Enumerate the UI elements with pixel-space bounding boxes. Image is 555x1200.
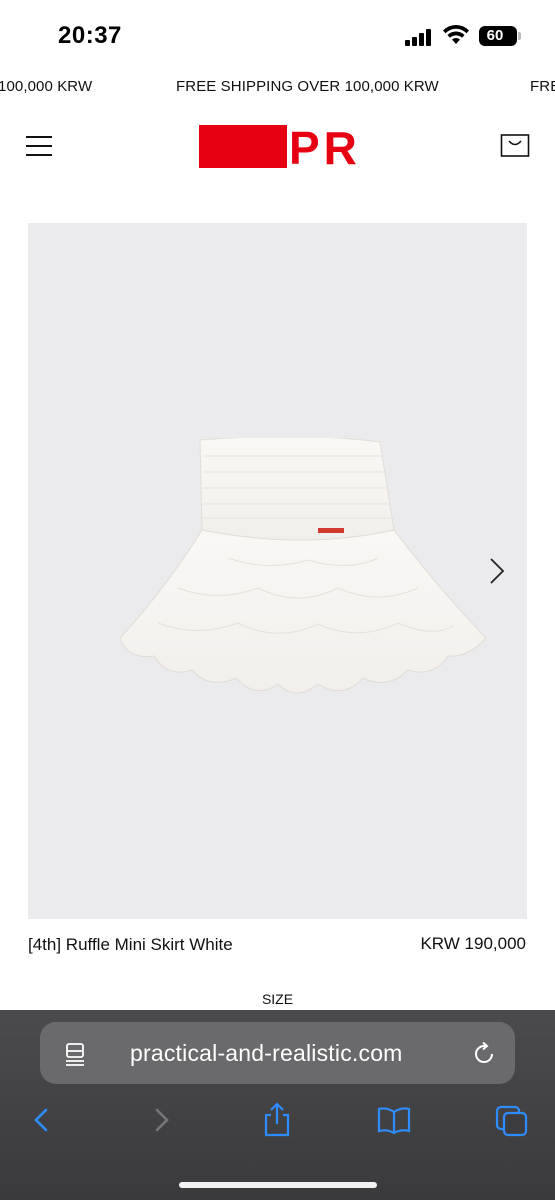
cellular-signal-icon [405,28,435,46]
url-text: practical-and-realistic.com [130,1040,403,1066]
product-image-carousel[interactable] [28,223,527,919]
product-name: [4th] Ruffle Mini Skirt White [28,935,233,954]
shopping-bag-icon[interactable] [500,132,530,158]
wifi-icon [443,24,469,44]
chevron-right-icon[interactable] [483,553,511,589]
logo-text: PR [289,122,361,174]
site-header: PR [0,110,555,190]
address-bar[interactable]: practical-and-realistic.com [40,1022,515,1084]
product-price: KRW 190,000 [420,934,526,953]
announcement-text: 100,000 KRW [0,78,93,95]
logo-red-block [199,125,287,168]
tabs-icon[interactable] [495,1102,529,1138]
browser-toolbar: practical-and-realistic.com [0,1010,555,1200]
page-menu-icon[interactable] [64,1042,86,1066]
bookmarks-icon[interactable] [377,1102,411,1138]
battery-level: 60 [486,27,504,44]
size-label: SIZE [261,991,294,1007]
battery-icon: 60 [479,26,521,46]
announcement-text: FREE [530,78,555,95]
announcement-bar: 100,000 KRW FREE SHIPPING OVER 100,000 K… [0,74,555,100]
reload-icon[interactable] [471,1041,497,1067]
product-photo-skirt [119,438,487,694]
share-icon[interactable] [260,1102,294,1138]
status-bar: 20:37 60 [0,0,555,70]
forward-icon[interactable] [145,1102,179,1138]
home-indicator [179,1182,377,1188]
status-time: 20:37 [58,22,122,49]
menu-button[interactable] [26,136,54,158]
page: 20:37 60 100,000 KRW FREE SHIPPING OVER … [0,0,555,1200]
announcement-text: FREE SHIPPING OVER 100,000 KRW [176,78,439,95]
brand-logo[interactable]: PR [199,122,359,174]
back-icon[interactable] [26,1102,60,1138]
